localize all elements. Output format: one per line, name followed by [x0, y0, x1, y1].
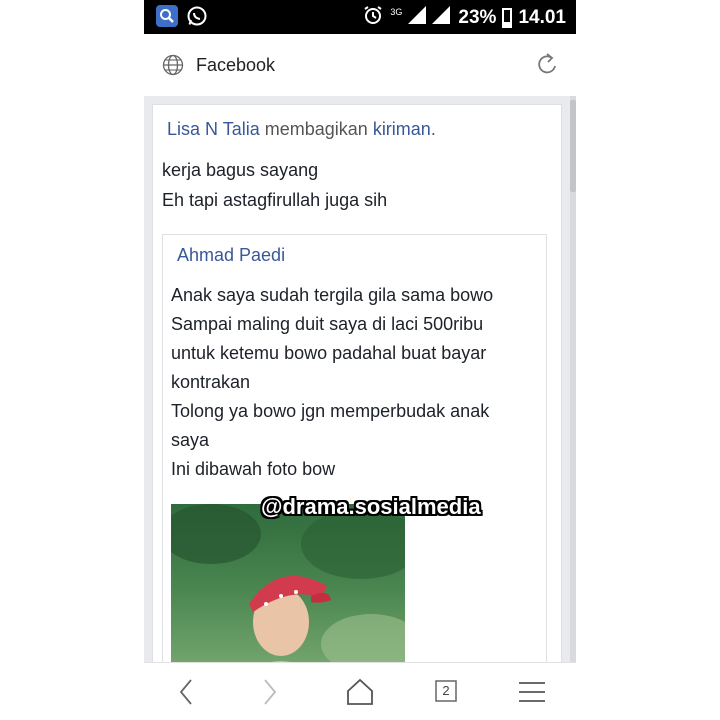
shared-author-link[interactable]: Ahmad Paedi — [177, 245, 285, 266]
alarm-icon — [362, 4, 384, 31]
post-text: kerja bagus sayang Eh tapi astagfirullah… — [162, 155, 387, 215]
signal-icon-2 — [432, 6, 452, 29]
signal-icon — [408, 6, 427, 29]
tabs-icon[interactable]: 2 — [435, 680, 457, 702]
network-label: 3G — [390, 6, 403, 17]
shared-paragraph: Anak saya sudah tergila gila sama bowo — [171, 285, 494, 305]
page-title: Facebook — [196, 55, 276, 75]
globe-icon — [162, 54, 184, 81]
share-object-link[interactable]: kiriman — [373, 119, 431, 139]
back-icon[interactable] — [176, 677, 196, 712]
battery-icon — [502, 7, 513, 28]
shared-post-text: Anak saya sudah tergila gila sama bowo S… — [171, 281, 531, 484]
watermark-text: @drama.sosialmedia — [261, 494, 481, 519]
battery-percent: 23% — [458, 6, 497, 28]
whatsapp-icon — [186, 5, 208, 27]
share-suffix: . — [430, 119, 436, 139]
sharer-name-link[interactable]: Lisa N Talia — [167, 119, 260, 139]
share-header: Lisa N Talia membagikan kiriman. — [167, 119, 436, 140]
web-content[interactable]: Lisa N Talia membagikan kiriman. kerja b… — [144, 96, 576, 694]
menu-icon[interactable] — [519, 681, 545, 708]
shared-paragraph: Sampai maling duit saya di laci 500ribu … — [171, 314, 487, 392]
shared-paragraph: Tolong ya bowo jgn memperbudak anak saya — [171, 401, 490, 450]
browser-nav-bar: 2 — [144, 662, 576, 720]
post-line: kerja bagus sayang — [162, 160, 319, 180]
phone-screen: 3G 23% 14.01 Facebook Lisa N Talia memba… — [144, 0, 576, 720]
post-line: Eh tapi astagfirullah juga sih — [162, 190, 388, 210]
forward-icon[interactable] — [260, 677, 280, 712]
search-icon — [156, 5, 178, 27]
tab-count: 2 — [442, 683, 450, 698]
reload-icon[interactable] — [536, 52, 560, 83]
shared-post-card[interactable]: Ahmad Paedi Anak saya sudah tergila gila… — [162, 234, 547, 694]
home-icon[interactable] — [346, 677, 374, 712]
status-bar: 3G 23% 14.01 — [144, 0, 576, 34]
post-photo[interactable] — [171, 504, 405, 674]
scrollbar-thumb[interactable] — [570, 100, 576, 192]
clock-time: 14.01 — [518, 6, 566, 28]
address-bar[interactable]: Facebook — [144, 34, 576, 96]
shared-paragraph: Ini dibawah foto bow — [171, 459, 336, 479]
scrollbar[interactable] — [570, 96, 576, 662]
share-verb: membagikan — [264, 119, 368, 139]
post-card: Lisa N Talia membagikan kiriman. kerja b… — [152, 104, 562, 694]
